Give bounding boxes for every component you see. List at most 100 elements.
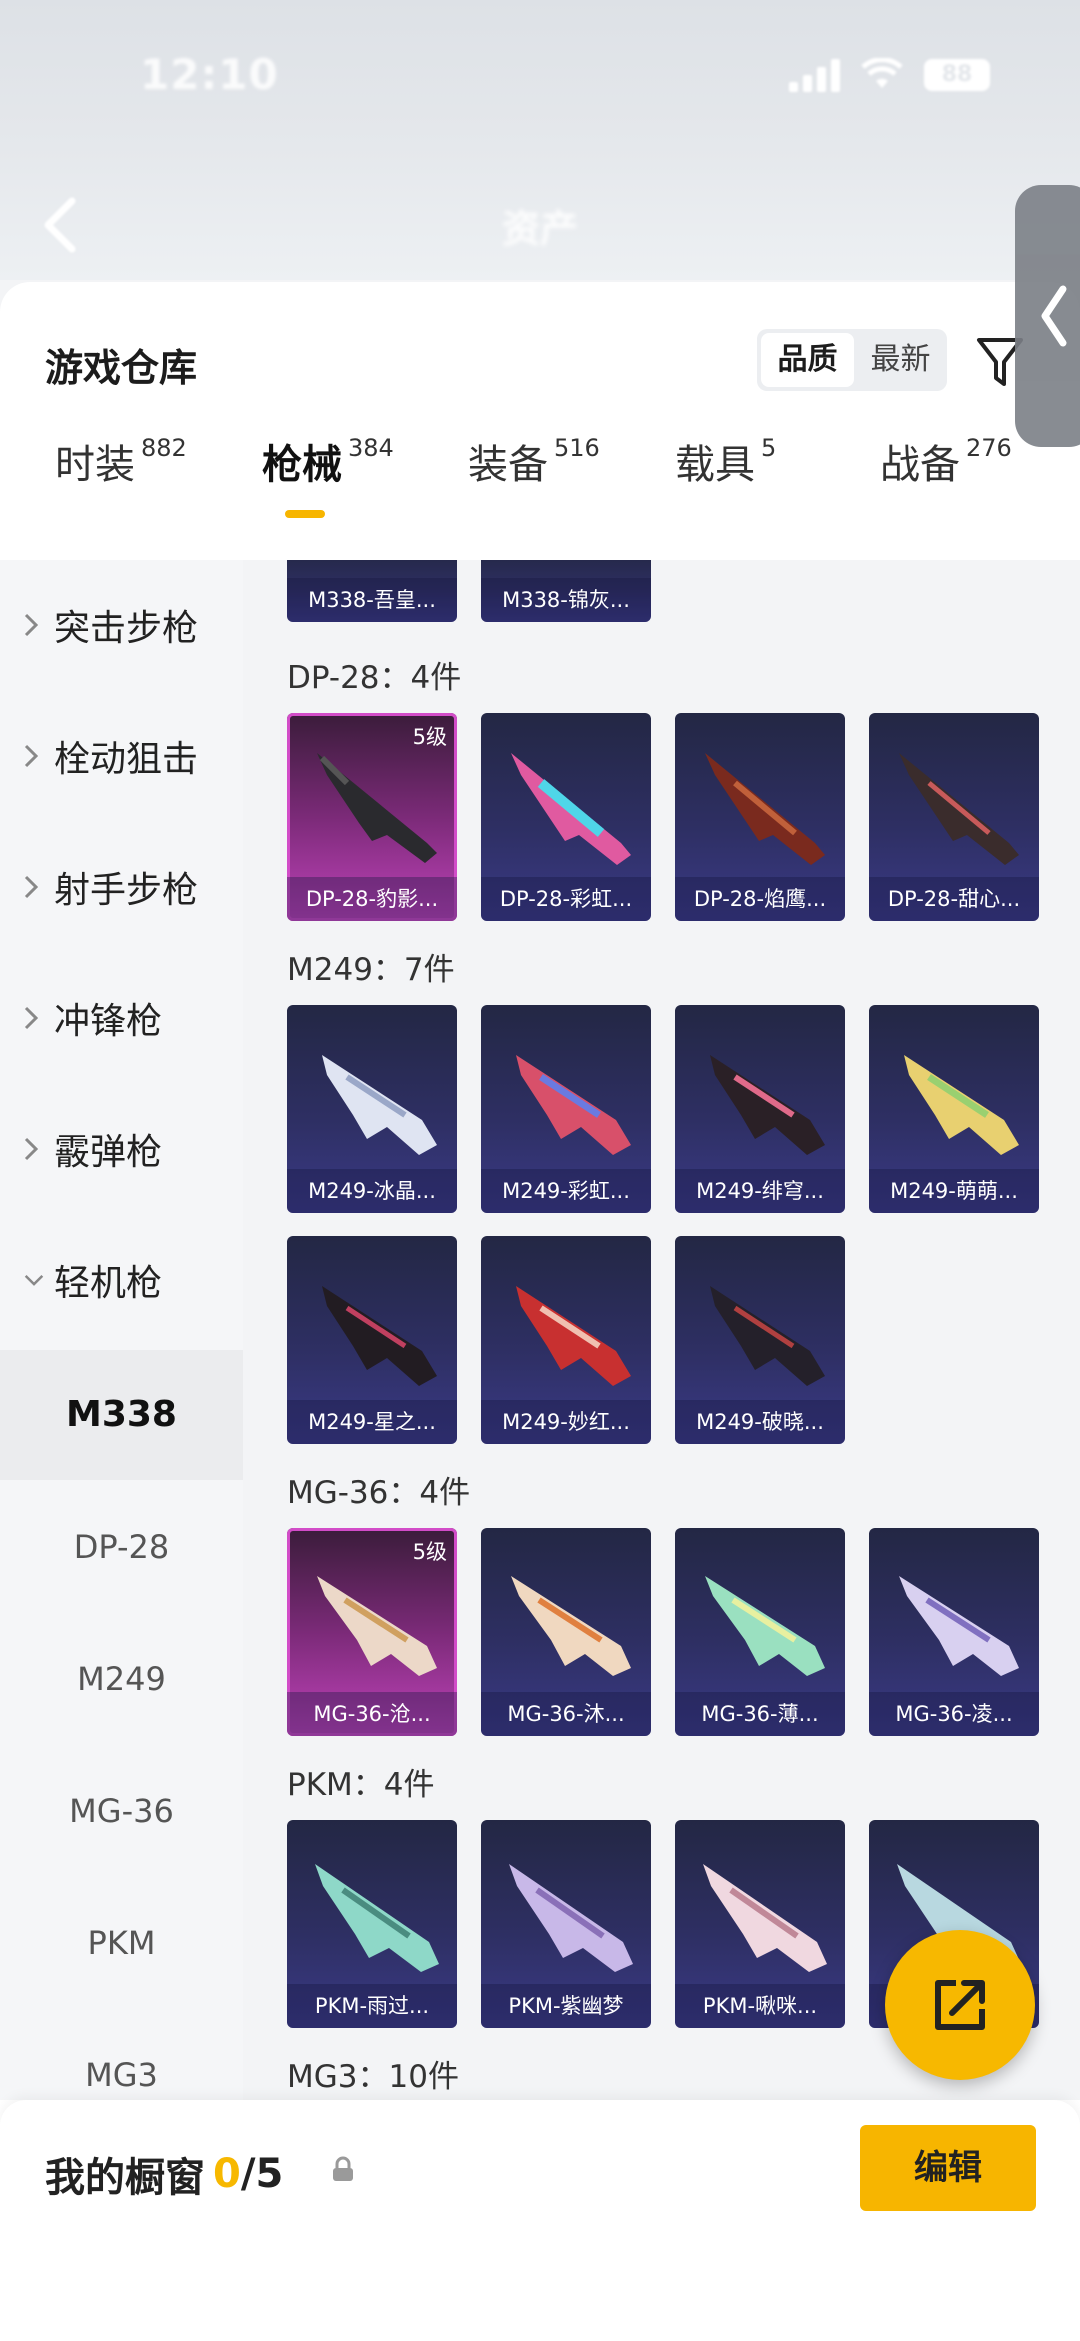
sidebar-subitem-dp28[interactable]: DP-28	[0, 1482, 243, 1612]
weapon-image	[899, 753, 1019, 865]
battery-icon: 88	[924, 59, 990, 91]
weapon-name: DP-28-甜心...	[869, 877, 1039, 921]
weapon-card[interactable]: DP-28-焰鹰...	[675, 713, 845, 921]
status-bar: 12:10 88	[0, 0, 1080, 130]
weapon-name: MG-36-薄...	[675, 1692, 845, 1736]
sidebar-subitem-m249[interactable]: M249	[0, 1614, 243, 1744]
weapon-image	[511, 1576, 631, 1676]
weapon-image	[317, 753, 437, 863]
weapon-card[interactable]: M249-星之...	[287, 1236, 457, 1444]
weapon-image	[322, 1055, 437, 1155]
weapon-image	[703, 1864, 827, 1972]
chevron-right-icon	[24, 613, 44, 637]
weapon-name: DP-28-彩虹...	[481, 877, 651, 921]
weapon-name: MG-36-沧...	[287, 1692, 457, 1736]
category-tabs: 时装 882 枪械 384 装备 516 载具 5 战备 276	[0, 432, 1080, 522]
group-header: MG-36：4件	[287, 1475, 471, 1511]
tab-equipment[interactable]: 装备 516	[468, 432, 600, 490]
sidebar-item-assault-rifle[interactable]: 突击步枪	[0, 560, 243, 690]
weapon-card[interactable]: MG-36-沐...	[481, 1528, 651, 1736]
weapon-image	[511, 753, 631, 865]
group-header: PKM：4件	[287, 1767, 435, 1803]
sort-latest-button[interactable]: 最新	[854, 333, 947, 387]
weapon-image	[317, 1576, 437, 1676]
weapon-card[interactable]: DP-28-甜心...	[869, 713, 1039, 921]
share-icon	[935, 1980, 985, 2030]
weapon-name: M249-破晓...	[675, 1400, 845, 1444]
tab-count: 5	[761, 434, 777, 462]
chevron-right-icon	[24, 875, 44, 899]
tab-vehicles[interactable]: 载具 5	[675, 432, 776, 490]
sidebar-item-marksman-rifle[interactable]: 射手步枪	[0, 822, 243, 952]
weapon-card[interactable]: M338-吾皇...	[287, 560, 457, 622]
weapon-image	[322, 1286, 437, 1386]
showcase-title: 我的橱窗	[45, 2155, 205, 2201]
weapon-name: M249-妙红...	[481, 1400, 651, 1444]
wifi-icon	[860, 58, 904, 92]
side-drawer-handle[interactable]	[1015, 185, 1080, 447]
tab-tactical[interactable]: 战备 276	[880, 432, 1012, 490]
weapon-image	[315, 1864, 439, 1972]
showcase-bar: 我的橱窗 0 /5 编辑	[0, 2100, 1080, 2341]
weapon-card[interactable]: M249-妙红...	[481, 1236, 651, 1444]
sidebar-item-shotgun[interactable]: 霰弹枪	[0, 1084, 243, 1214]
tab-fashion[interactable]: 时装 882	[55, 432, 187, 490]
chevron-down-icon	[24, 1273, 44, 1287]
weapon-card[interactable]: PKM-雨过...	[287, 1820, 457, 2028]
sidebar-item-label: 突击步枪	[54, 608, 199, 649]
weapon-image	[904, 1055, 1019, 1155]
weapon-image	[710, 1286, 825, 1386]
group-header: MG3：10件	[287, 2059, 459, 2095]
share-button[interactable]	[885, 1930, 1035, 2080]
lock-icon	[333, 2156, 353, 2181]
weapon-name: M338-吾皇...	[287, 578, 457, 622]
weapon-card[interactable]: M249-萌萌...	[869, 1005, 1039, 1213]
weapon-card[interactable]: M338-锦灰...	[481, 560, 651, 622]
weapon-name: DP-28-焰鹰...	[675, 877, 845, 921]
tab-label: 战备	[880, 442, 960, 488]
chevron-right-icon	[24, 1006, 44, 1030]
weapon-card[interactable]: MG-36-薄...	[675, 1528, 845, 1736]
weapon-card[interactable]: M249-破晓...	[675, 1236, 845, 1444]
status-icons: 88	[789, 58, 990, 92]
chevron-left-icon	[1041, 285, 1067, 347]
tab-label: 装备	[468, 442, 548, 488]
weapon-image	[516, 1055, 631, 1155]
sort-quality-button[interactable]: 品质	[761, 333, 854, 387]
sidebar-item-smg[interactable]: 冲锋枪	[0, 953, 243, 1083]
weapon-card[interactable]: MG-36-凌...	[869, 1528, 1039, 1736]
sidebar-item-lmg[interactable]: 轻机枪	[0, 1215, 243, 1345]
chevron-right-icon	[24, 744, 44, 768]
signal-icon	[789, 58, 840, 92]
edit-button[interactable]: 编辑	[860, 2125, 1036, 2211]
weapon-name: M249-冰晶...	[287, 1169, 457, 1213]
weapon-card[interactable]: PKM-紫幽梦	[481, 1820, 651, 2028]
weapon-card[interactable]: DP-28-彩虹...	[481, 713, 651, 921]
sidebar-item-label: 栓动狙击	[54, 739, 199, 780]
tab-firearms[interactable]: 枪械 384	[262, 432, 394, 490]
weapon-card[interactable]: PKM-啾咪...	[675, 1820, 845, 2028]
weapon-card[interactable]: 5级 DP-28-豹影...	[287, 713, 457, 921]
tab-count: 516	[554, 434, 600, 462]
weapon-image	[705, 753, 825, 865]
sidebar-subitem-m338[interactable]: M338	[0, 1350, 243, 1480]
weapon-image	[899, 1576, 1019, 1676]
weapon-image	[710, 1055, 825, 1155]
weapon-name: MG-36-沐...	[481, 1692, 651, 1736]
weapon-card[interactable]: M249-彩虹...	[481, 1005, 651, 1213]
weapon-name: M338-锦灰...	[481, 578, 651, 622]
tab-label: 载具	[675, 442, 755, 488]
tab-label: 时装	[55, 442, 135, 488]
weapon-card[interactable]: M249-冰晶...	[287, 1005, 457, 1213]
sidebar-item-label: 霰弹枪	[54, 1132, 163, 1173]
sidebar-item-bolt-sniper[interactable]: 栓动狙击	[0, 691, 243, 821]
weapon-card[interactable]: 5级 MG-36-沧...	[287, 1528, 457, 1736]
group-header: DP-28：4件	[287, 660, 462, 696]
tab-count: 276	[966, 434, 1012, 462]
tab-label: 枪械	[262, 442, 342, 488]
sidebar-subitem-pkm[interactable]: PKM	[0, 1878, 243, 2008]
weapon-card[interactable]: M249-绯穹...	[675, 1005, 845, 1213]
sidebar-item-label: 轻机枪	[54, 1263, 163, 1304]
sidebar-subitem-mg36[interactable]: MG-36	[0, 1746, 243, 1876]
showcase-label: 我的橱窗 0 /5	[45, 2145, 283, 2203]
